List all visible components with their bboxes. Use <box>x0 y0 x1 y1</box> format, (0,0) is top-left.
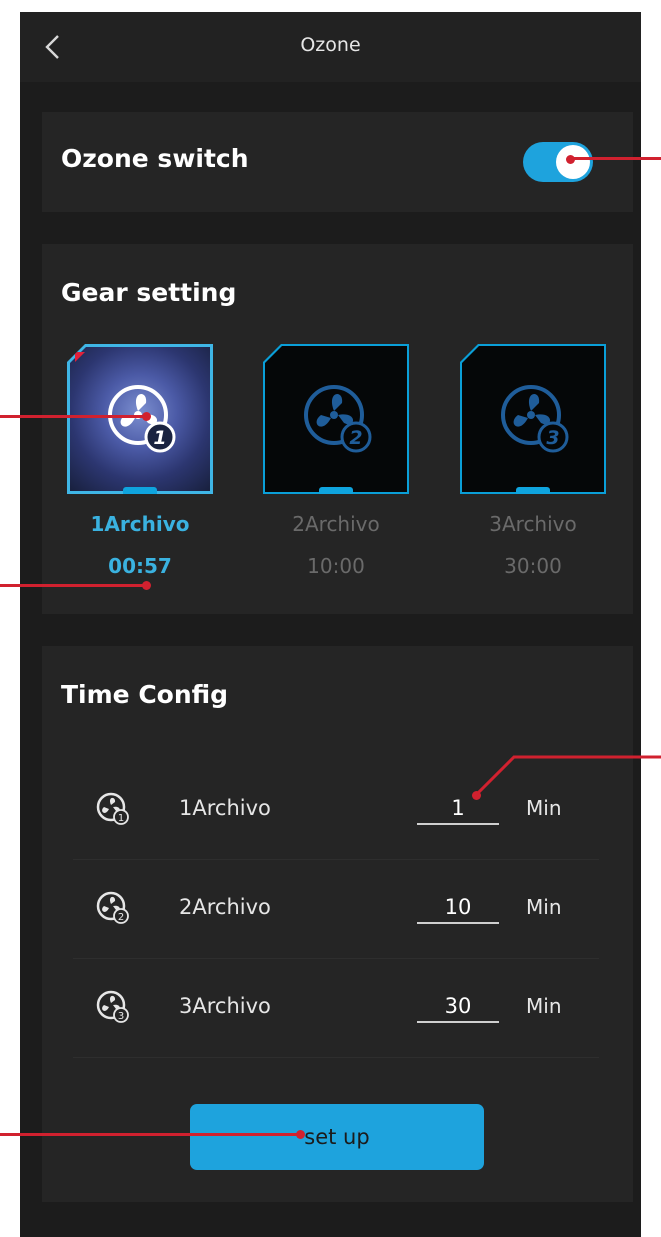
annotation-line-time <box>0 584 146 587</box>
time-row-label-3: 3Archivo <box>179 994 271 1018</box>
gear-tile-2: 2 <box>263 344 409 494</box>
minutes-input-1[interactable] <box>417 793 499 825</box>
time-row-2: 2 2Archivo Min <box>73 859 599 959</box>
time-row-label-1: 1Archivo <box>179 796 271 820</box>
time-config-title: Time Config <box>61 680 229 709</box>
time-row-3: 3 3Archivo Min <box>73 958 599 1058</box>
gear-setting-title: Gear setting <box>61 278 237 307</box>
annotation-line-gear <box>0 415 146 418</box>
page-title: Ozone <box>300 34 361 56</box>
ozone-toggle[interactable] <box>523 142 593 182</box>
gear-time-2: 10:00 <box>307 554 365 578</box>
fan-small-2-icon: 2 <box>96 891 129 924</box>
minutes-input-3[interactable] <box>417 991 499 1023</box>
gear-time-1: 00:57 <box>108 554 172 578</box>
gear-name-3: 3Archivo <box>489 512 577 536</box>
unit-label-2: Min <box>526 895 562 919</box>
fan-small-3-icon: 3 <box>96 990 129 1023</box>
selected-corner-marker <box>75 352 85 362</box>
annotation-dot-gear <box>142 412 151 421</box>
gear-name-2: 2Archivo <box>292 512 380 536</box>
svg-text:3: 3 <box>118 1011 124 1022</box>
gear-setting-card: Gear setting 1 1Archivo 00:57 2 2Archivo… <box>42 244 633 614</box>
annotation-dot-setup <box>296 1130 305 1139</box>
unit-label-1: Min <box>526 796 562 820</box>
fan-2-icon: 2 <box>304 385 372 453</box>
svg-text:2: 2 <box>118 912 124 923</box>
set-up-button[interactable]: set up <box>190 1104 484 1170</box>
minutes-input-2[interactable] <box>417 892 499 924</box>
unit-label-3: Min <box>526 994 562 1018</box>
ozone-switch-card: Ozone switch <box>42 112 633 212</box>
top-bar: Ozone <box>20 12 641 82</box>
fan-3-icon: 3 <box>501 385 569 453</box>
annotation-line-setup <box>0 1133 300 1136</box>
time-row-label-2: 2Archivo <box>179 895 271 919</box>
gear-item-3[interactable]: 3 3Archivo 30:00 <box>460 344 606 578</box>
gear-item-1[interactable]: 1 1Archivo 00:57 <box>67 344 213 578</box>
ozone-switch-label: Ozone switch <box>61 144 249 173</box>
svg-text:3: 3 <box>546 427 559 449</box>
svg-text:2: 2 <box>349 427 362 449</box>
fan-small-1-icon: 1 <box>96 792 129 825</box>
time-config-card: Time Config 1 1Archivo Min 2 <box>42 646 633 1202</box>
gear-name-1: 1Archivo <box>90 512 190 536</box>
gear-time-3: 30:00 <box>504 554 562 578</box>
annotation-line-toggle <box>570 157 661 160</box>
annotation-elbow-input <box>476 755 661 797</box>
svg-text:1: 1 <box>153 427 166 449</box>
ozone-screen: Ozone Ozone switch Gear setting 1 1Archi… <box>20 12 641 1237</box>
annotation-dot-time <box>142 581 151 590</box>
gear-item-2[interactable]: 2 2Archivo 10:00 <box>263 344 409 578</box>
gear-tile-1: 1 <box>67 344 213 494</box>
gear-tile-3: 3 <box>460 344 606 494</box>
svg-text:1: 1 <box>118 813 124 824</box>
